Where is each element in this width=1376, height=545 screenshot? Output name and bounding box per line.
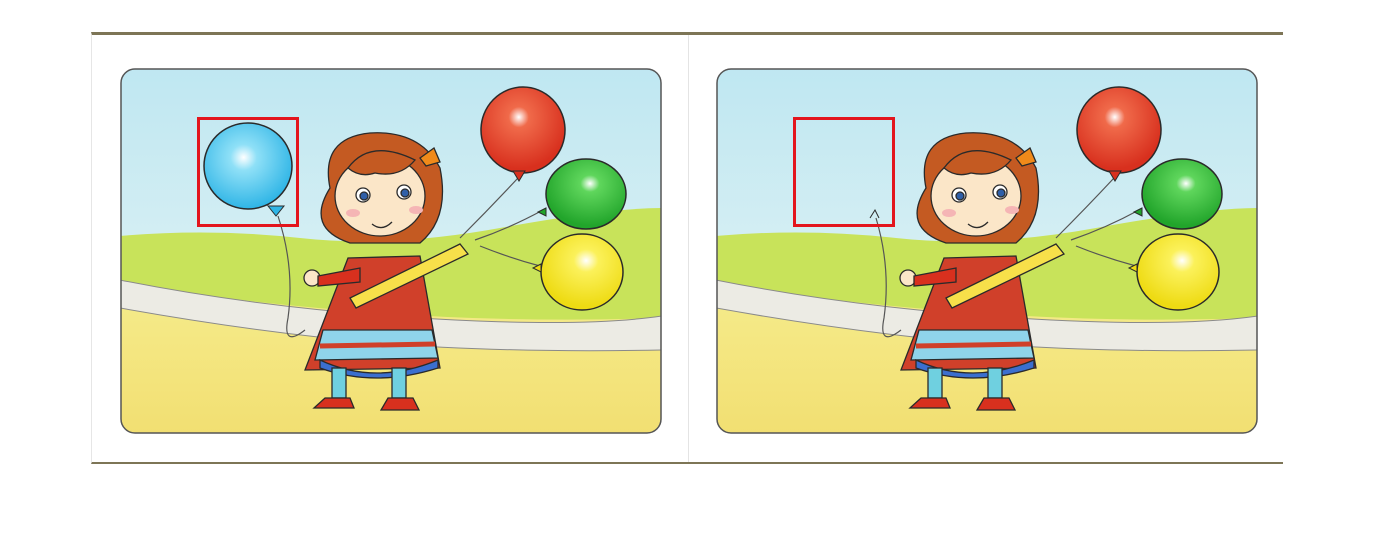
panel-divider (688, 35, 689, 462)
difference-marker[interactable] (793, 117, 895, 227)
game-board (91, 32, 1283, 464)
scene-panel-modified[interactable] (716, 68, 1258, 434)
difference-marker[interactable] (197, 117, 299, 227)
scene-panel-original[interactable] (120, 68, 662, 434)
